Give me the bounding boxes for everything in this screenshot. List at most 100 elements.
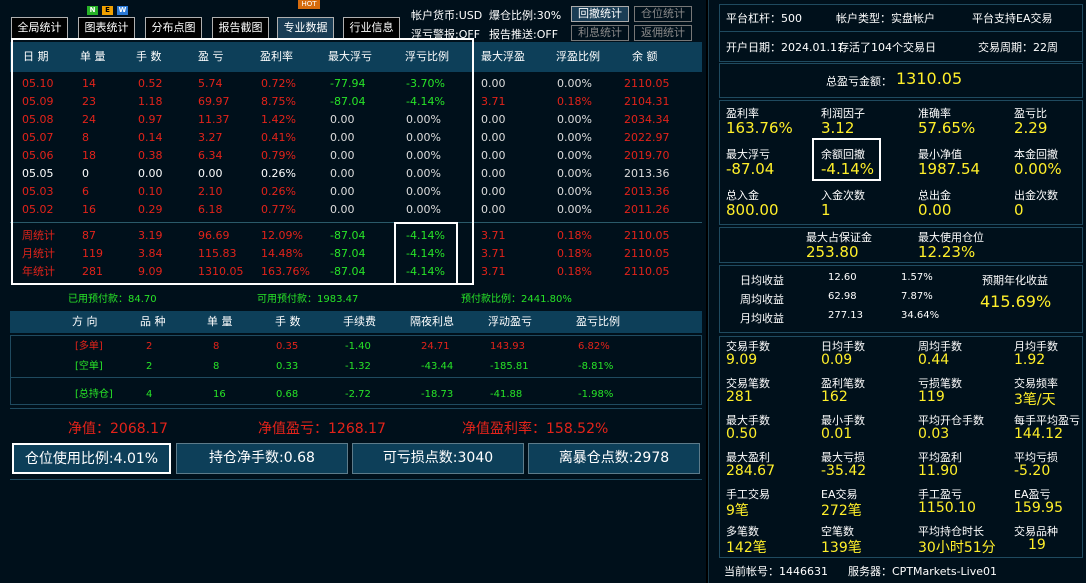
account-type: 帐户类型：实盘帐户: [836, 12, 935, 25]
tab-report-screenshot[interactable]: 报告截图: [212, 17, 269, 39]
metric-value: 2.29: [1014, 119, 1048, 137]
interest-stats-button[interactable]: 利息统计: [571, 25, 629, 41]
daily-cell: 2011.26: [624, 203, 670, 216]
new-badge-e: E: [102, 6, 113, 15]
col-commission: 手续费: [343, 315, 376, 328]
trade-stat-value: 0.09: [821, 352, 853, 368]
survival-days: 存活了104个交易日: [838, 41, 936, 54]
drawdown-stats-button[interactable]: 回撤统计: [571, 6, 629, 22]
trade-stat-value: 9笔: [726, 503, 749, 519]
ea-support: 平台支持EA交易: [972, 12, 1053, 25]
avg-label: 月均收益: [740, 312, 784, 325]
account-currency: 帐户货币:USD: [411, 9, 483, 22]
margin-section: [719, 227, 1083, 263]
daily-cell: 0.00: [481, 167, 506, 180]
daily-cell: 2104.31: [624, 95, 670, 108]
position-cell: -41.88: [490, 389, 523, 400]
col-symbol: 品 种: [140, 315, 166, 328]
annual-return-label: 预期年化收益: [982, 274, 1048, 287]
trade-stat-value: 139笔: [821, 540, 862, 556]
report-push: 报告推送:OFF: [489, 28, 559, 41]
trade-stat-value: 9.09: [726, 352, 758, 368]
current-account: 当前帐号：1446631: [724, 565, 828, 578]
summary-cell: 3.71: [481, 247, 506, 260]
avg-percent: 34.64%: [901, 310, 940, 321]
position-cell: -43.44: [421, 361, 454, 372]
tab-chart-stats[interactable]: 图表统计: [78, 17, 135, 39]
trade-stat-value: 0.01: [821, 426, 853, 442]
position-usage-button[interactable]: 仓位使用比例:4.01%: [12, 443, 171, 474]
avg-amount: 277.13: [828, 310, 863, 321]
trade-stat-value: -5.20: [1014, 463, 1051, 479]
trade-stat-value: 159.95: [1014, 500, 1063, 516]
daily-cell: 2034.34: [624, 113, 670, 126]
col-max-float-profit: 最大浮盈: [481, 50, 525, 63]
server-name: 服务器：CPTMarkets-Live01: [848, 565, 998, 578]
position-cell: 2: [146, 361, 153, 372]
burst-ratio: 爆仓比例:30%: [489, 9, 562, 22]
position-stats-button[interactable]: 仓位统计: [634, 6, 692, 22]
rebate-stats-button[interactable]: 返佣统计: [634, 25, 692, 41]
daily-cell: 2013.36: [624, 167, 670, 180]
position-cell: 2: [146, 341, 153, 352]
position-cell: -1.98%: [578, 389, 614, 400]
platform-leverage: 平台杠杆：500: [726, 12, 802, 25]
position-cell: 143.93: [490, 341, 525, 352]
tab-pro-data[interactable]: 专业数据: [277, 17, 334, 39]
new-badge-n: N: [87, 6, 98, 15]
trade-stat-value: 281: [726, 389, 753, 405]
bottom-divider: [10, 479, 702, 480]
total-pl-label: 总盈亏金额：: [826, 75, 892, 88]
loss-points-button[interactable]: 可亏损点数:3040: [352, 443, 524, 474]
daily-cell: 0.00%: [557, 113, 592, 126]
position-cell: [空单]: [75, 361, 103, 372]
daily-cell: 0.18%: [557, 95, 592, 108]
trade-stat-value: 11.90: [918, 463, 959, 479]
col-pos-orders: 单 量: [207, 315, 233, 328]
trade-stat-value: 1150.10: [918, 500, 976, 516]
summary-cell: 2110.05: [624, 265, 670, 278]
summary-cell: 2110.05: [624, 229, 670, 242]
trade-stat-value: 0.50: [726, 426, 758, 442]
metric-value: 3.12: [821, 119, 855, 137]
daily-cell: 0.00: [481, 203, 506, 216]
net-lots-button[interactable]: 持仓净手数:0.68: [176, 443, 348, 474]
col-floating-pl: 浮动盈亏: [488, 315, 532, 328]
daily-cell: 2019.70: [624, 149, 670, 162]
daily-cell: 0.00: [481, 131, 506, 144]
trade-stat-value: 3笔/天: [1014, 392, 1056, 408]
position-cell: 0.35: [276, 341, 299, 352]
metric-value: 57.65%: [918, 119, 976, 137]
tab-industry-info[interactable]: 行业信息: [343, 17, 400, 39]
summary-cell: 2110.05: [624, 247, 670, 260]
annual-return-value: 415.69%: [980, 292, 1052, 311]
available-prepayment: 可用预付款：1983.47: [257, 294, 359, 305]
avg-label: 日均收益: [740, 274, 784, 287]
trade-stat-value: 284.67: [726, 463, 775, 479]
position-cell: -8.81%: [578, 361, 614, 372]
tab-global-stats[interactable]: 全局统计: [11, 17, 68, 39]
metric-value: 0: [1014, 201, 1024, 219]
burst-points-button[interactable]: 离暴仓点数:2978: [528, 443, 700, 474]
open-date: 开户日期：2024.01.11: [726, 41, 844, 54]
trade-stat-value: 272笔: [821, 503, 862, 519]
summary-cell: 0.18%: [557, 265, 592, 278]
metric-value: 1: [821, 201, 831, 219]
equity-pl: 净值盈亏：1268.17: [258, 421, 386, 437]
position-cell: 8: [213, 361, 220, 372]
position-cell: 0.68: [276, 389, 299, 400]
max-position-value: 12.23%: [918, 243, 976, 261]
trade-stat-value: 0.03: [918, 426, 950, 442]
avg-amount: 62.98: [828, 291, 857, 302]
equity-value: 净值：2068.17: [68, 421, 168, 437]
col-direction: 方 向: [72, 315, 98, 328]
float-loss-summary-highlight: [394, 222, 458, 285]
tab-distribution[interactable]: 分布点图: [145, 17, 202, 39]
trade-stat-value: 0.44: [918, 352, 950, 368]
daily-cell: 2110.05: [624, 77, 670, 90]
left-panel: 全局统计 图表统计 分布点图 报告截图 专业数据 行业信息 N E W HOT …: [0, 0, 706, 583]
summary-cell: 3.71: [481, 229, 506, 242]
trade-stat-value: 162: [821, 389, 848, 405]
daily-cell: 0.00%: [557, 167, 592, 180]
daily-cell: 0.00: [481, 77, 506, 90]
